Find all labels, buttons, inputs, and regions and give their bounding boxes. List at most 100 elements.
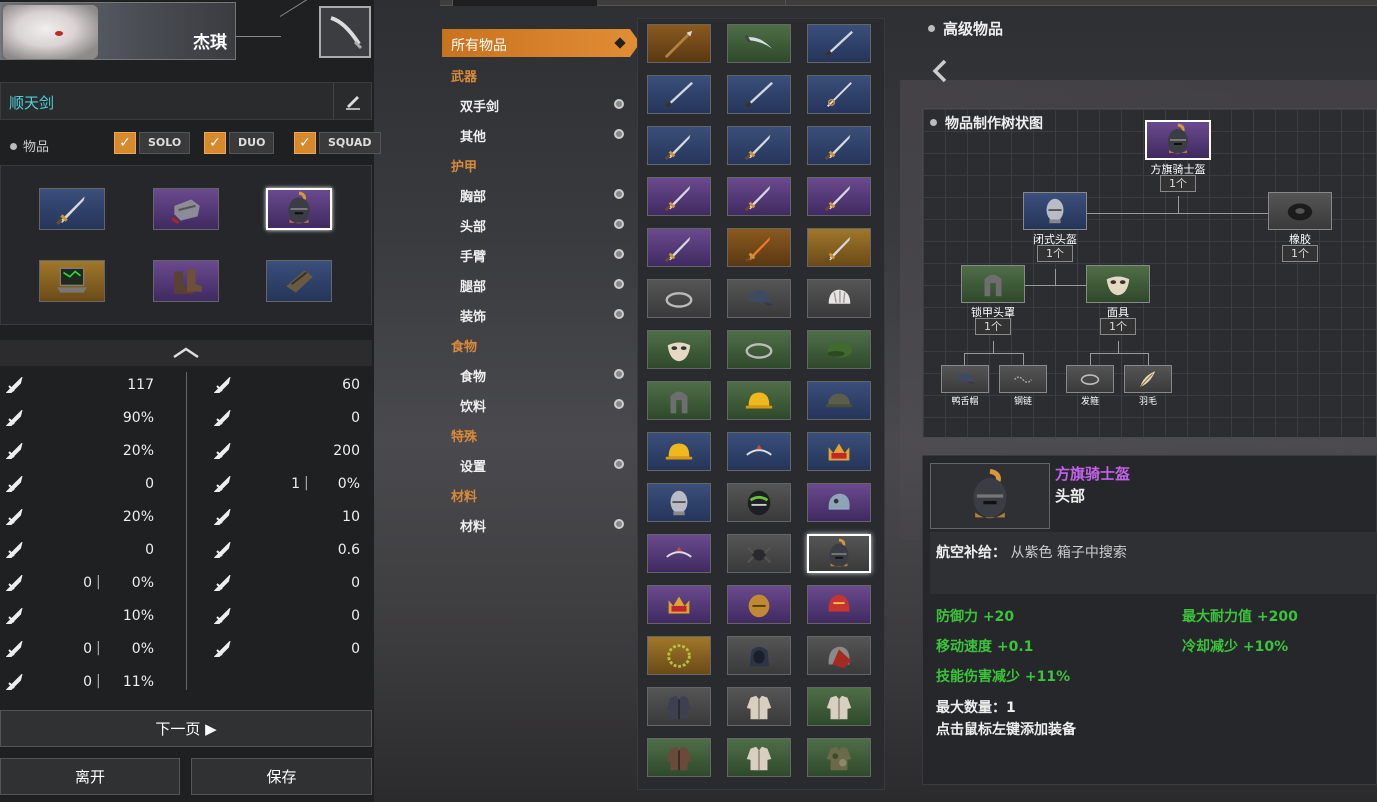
item-cell[interactable]	[727, 126, 791, 165]
item-cell[interactable]	[727, 738, 791, 777]
item-cell[interactable]	[727, 687, 791, 726]
item-cell[interactable]	[647, 330, 711, 369]
radio-dot-icon[interactable]	[614, 189, 624, 199]
character-portrait: 杰琪	[0, 2, 236, 60]
edit-button[interactable]	[333, 83, 371, 119]
item-cell[interactable]	[807, 585, 871, 624]
category-all-items[interactable]: 所有物品	[442, 29, 630, 57]
item-cell[interactable]	[727, 585, 791, 624]
item-cell[interactable]	[727, 279, 791, 318]
range-icon	[214, 641, 231, 657]
item-cell[interactable]	[727, 483, 791, 522]
tree-node[interactable]	[941, 365, 989, 393]
tree-node[interactable]	[961, 265, 1025, 303]
save-button[interactable]: 保存	[191, 758, 372, 795]
radio-dot-icon[interactable]	[614, 129, 624, 139]
radio-dot-icon[interactable]	[614, 99, 624, 109]
item-cell[interactable]	[647, 432, 711, 471]
category-item[interactable]: 腿部	[460, 276, 486, 295]
equip-slot[interactable]	[266, 260, 332, 302]
top-tab-1[interactable]	[452, 0, 597, 6]
back-button[interactable]	[930, 58, 950, 91]
item-cell[interactable]	[807, 126, 871, 165]
item-cell[interactable]	[807, 24, 871, 63]
item-cell[interactable]	[807, 483, 871, 522]
stat-row: 0	[208, 638, 394, 660]
item-cell[interactable]	[647, 279, 711, 318]
item-cell[interactable]	[807, 381, 871, 420]
stat-value: 0	[145, 542, 154, 558]
tree-node[interactable]	[1145, 120, 1211, 160]
item-cell[interactable]	[647, 228, 711, 267]
item-cell[interactable]	[647, 126, 711, 165]
radio-dot-icon[interactable]	[614, 219, 624, 229]
category-item[interactable]: 胸部	[460, 186, 486, 205]
item-cell[interactable]	[647, 636, 711, 675]
item-cell[interactable]	[727, 177, 791, 216]
tree-node[interactable]	[1066, 365, 1114, 393]
item-cell[interactable]	[647, 483, 711, 522]
category-item[interactable]: 头部	[460, 216, 486, 235]
category-item[interactable]: 双手剑	[460, 96, 499, 115]
collapse-toggle[interactable]	[0, 340, 372, 366]
item-cell[interactable]	[647, 585, 711, 624]
category-item[interactable]: 材料	[460, 516, 486, 535]
category-item[interactable]: 手臂	[460, 246, 486, 265]
radio-dot-icon[interactable]	[614, 519, 624, 529]
tree-node[interactable]	[1086, 265, 1150, 303]
circlet-icon	[745, 342, 773, 359]
tree-node[interactable]	[1124, 365, 1172, 393]
item-cell[interactable]	[807, 636, 871, 675]
item-cell[interactable]	[727, 75, 791, 114]
item-cell[interactable]	[647, 381, 711, 420]
radio-dot-icon[interactable]	[614, 459, 624, 469]
category-item[interactable]: 装饰	[460, 306, 486, 325]
equip-slot[interactable]	[39, 260, 105, 302]
item-cell[interactable]	[647, 687, 711, 726]
item-cell[interactable]	[807, 330, 871, 369]
equip-slot[interactable]	[39, 188, 105, 230]
item-cell[interactable]	[647, 24, 711, 63]
item-cell[interactable]	[807, 228, 871, 267]
feather-icon	[1139, 371, 1156, 388]
tree-node[interactable]	[1268, 192, 1332, 230]
leave-button[interactable]: 离开	[0, 758, 180, 795]
radio-dot-icon[interactable]	[614, 309, 624, 319]
category-item[interactable]: 设置	[460, 456, 486, 475]
item-cell[interactable]	[647, 177, 711, 216]
item-cell[interactable]	[807, 177, 871, 216]
item-cell[interactable]	[727, 534, 791, 573]
equip-slot[interactable]	[153, 188, 219, 230]
equip-slot[interactable]	[266, 188, 332, 230]
equip-slot[interactable]	[153, 260, 219, 302]
tree-node[interactable]	[999, 365, 1047, 393]
item-cell[interactable]	[807, 534, 871, 573]
radio-dot-icon[interactable]	[614, 279, 624, 289]
item-cell[interactable]	[727, 636, 791, 675]
solo-checkbox[interactable]: ✓ SOLO	[114, 132, 191, 154]
item-cell[interactable]	[727, 24, 791, 63]
item-cell[interactable]	[647, 738, 711, 777]
item-cell[interactable]	[647, 534, 711, 573]
radio-dot-icon[interactable]	[614, 399, 624, 409]
tree-node[interactable]	[1023, 192, 1087, 230]
weapon-type-slot[interactable]	[319, 6, 371, 58]
item-cell[interactable]	[727, 432, 791, 471]
item-cell[interactable]	[807, 738, 871, 777]
item-cell[interactable]	[727, 228, 791, 267]
category-item[interactable]: 其他	[460, 126, 486, 145]
item-cell[interactable]	[727, 381, 791, 420]
item-cell[interactable]	[807, 432, 871, 471]
item-cell[interactable]	[647, 75, 711, 114]
item-cell[interactable]	[807, 75, 871, 114]
item-cell[interactable]	[807, 279, 871, 318]
category-item[interactable]: 饮料	[460, 396, 486, 415]
next-page-button[interactable]: 下一页 ▶	[0, 710, 372, 747]
radio-dot-icon[interactable]	[614, 249, 624, 259]
radio-dot-icon[interactable]	[614, 369, 624, 379]
item-cell[interactable]	[807, 687, 871, 726]
category-item[interactable]: 食物	[460, 366, 486, 385]
item-cell[interactable]	[727, 330, 791, 369]
squad-checkbox[interactable]: ✓ SQUAD	[294, 132, 381, 154]
duo-checkbox[interactable]: ✓ DUO	[204, 132, 275, 154]
